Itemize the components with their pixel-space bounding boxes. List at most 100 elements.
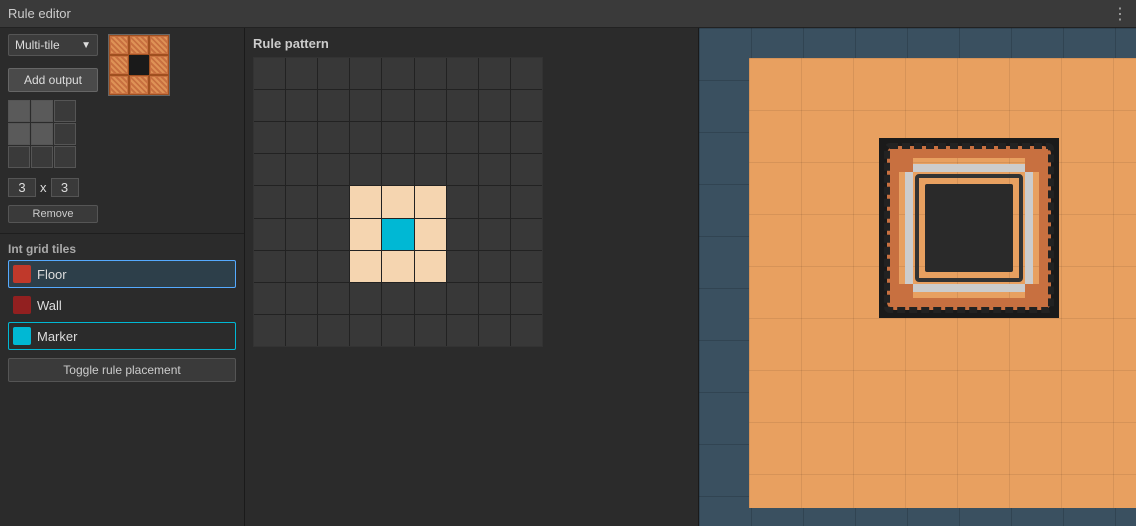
small-tile-3[interactable] <box>8 123 30 145</box>
pattern-cell-8-3[interactable] <box>350 315 381 346</box>
pattern-cell-0-7[interactable] <box>479 58 510 89</box>
pattern-cell-8-4[interactable] <box>382 315 413 346</box>
pattern-cell-1-2[interactable] <box>318 90 349 121</box>
pattern-cell-6-0[interactable] <box>254 251 285 282</box>
pattern-cell-4-4[interactable] <box>382 186 413 217</box>
pattern-cell-7-8[interactable] <box>511 283 542 314</box>
pattern-cell-7-4[interactable] <box>382 283 413 314</box>
pattern-cell-7-1[interactable] <box>286 283 317 314</box>
pattern-cell-3-4[interactable] <box>382 154 413 185</box>
pattern-cell-0-3[interactable] <box>350 58 381 89</box>
pattern-cell-1-4[interactable] <box>382 90 413 121</box>
pattern-cell-1-5[interactable] <box>415 90 446 121</box>
pattern-cell-4-5[interactable] <box>415 186 446 217</box>
pattern-cell-2-8[interactable] <box>511 122 542 153</box>
pattern-cell-2-1[interactable] <box>286 122 317 153</box>
pattern-cell-8-5[interactable] <box>415 315 446 346</box>
pattern-cell-8-1[interactable] <box>286 315 317 346</box>
tile-item-floor[interactable]: Floor <box>8 260 236 288</box>
pattern-cell-2-6[interactable] <box>447 122 478 153</box>
pattern-cell-8-8[interactable] <box>511 315 542 346</box>
add-output-button[interactable]: Add output <box>8 68 98 92</box>
pattern-cell-5-2[interactable] <box>318 219 349 250</box>
small-tile-8[interactable] <box>54 146 76 168</box>
tile-item-wall[interactable]: Wall <box>8 291 236 319</box>
pattern-cell-2-0[interactable] <box>254 122 285 153</box>
pattern-cell-3-6[interactable] <box>447 154 478 185</box>
pattern-cell-1-6[interactable] <box>447 90 478 121</box>
pattern-cell-1-1[interactable] <box>286 90 317 121</box>
pattern-cell-4-1[interactable] <box>286 186 317 217</box>
pattern-cell-4-6[interactable] <box>447 186 478 217</box>
small-tile-1[interactable] <box>31 100 53 122</box>
pattern-cell-2-3[interactable] <box>350 122 381 153</box>
pattern-cell-6-7[interactable] <box>479 251 510 282</box>
pattern-cell-2-7[interactable] <box>479 122 510 153</box>
small-tile-6[interactable] <box>8 146 30 168</box>
pattern-cell-3-0[interactable] <box>254 154 285 185</box>
pattern-cell-1-3[interactable] <box>350 90 381 121</box>
small-tile-2[interactable] <box>54 100 76 122</box>
pattern-cell-2-4[interactable] <box>382 122 413 153</box>
pattern-cell-1-0[interactable] <box>254 90 285 121</box>
pattern-cell-6-2[interactable] <box>318 251 349 282</box>
pattern-cell-4-8[interactable] <box>511 186 542 217</box>
pattern-cell-4-7[interactable] <box>479 186 510 217</box>
tile-item-marker[interactable]: Marker <box>8 322 236 350</box>
pattern-cell-5-6[interactable] <box>447 219 478 250</box>
pattern-cell-6-5[interactable] <box>415 251 446 282</box>
remove-button[interactable]: Remove <box>8 205 98 223</box>
multi-tile-dropdown[interactable]: Multi-tile ▼ <box>8 34 98 56</box>
pattern-cell-5-1[interactable] <box>286 219 317 250</box>
pattern-cell-0-5[interactable] <box>415 58 446 89</box>
pattern-cell-3-2[interactable] <box>318 154 349 185</box>
pattern-cell-6-3[interactable] <box>350 251 381 282</box>
pattern-cell-7-7[interactable] <box>479 283 510 314</box>
pattern-cell-7-6[interactable] <box>447 283 478 314</box>
tile-size-y-input[interactable] <box>51 178 79 197</box>
pattern-cell-2-5[interactable] <box>415 122 446 153</box>
pattern-cell-2-2[interactable] <box>318 122 349 153</box>
pattern-cell-8-0[interactable] <box>254 315 285 346</box>
pattern-cell-0-0[interactable] <box>254 58 285 89</box>
pattern-cell-6-1[interactable] <box>286 251 317 282</box>
tile-size-x-input[interactable] <box>8 178 36 197</box>
small-tile-5[interactable] <box>54 123 76 145</box>
small-tile-4[interactable] <box>31 123 53 145</box>
title-bar-menu-icon[interactable]: ⋮ <box>1112 4 1128 24</box>
pattern-cell-5-0[interactable] <box>254 219 285 250</box>
pattern-cell-5-5[interactable] <box>415 219 446 250</box>
pattern-cell-6-4[interactable] <box>382 251 413 282</box>
small-tile-7[interactable] <box>31 146 53 168</box>
pattern-cell-3-8[interactable] <box>511 154 542 185</box>
pattern-cell-4-0[interactable] <box>254 186 285 217</box>
pattern-cell-1-8[interactable] <box>511 90 542 121</box>
toggle-rule-button[interactable]: Toggle rule placement <box>8 358 236 382</box>
pattern-cell-7-3[interactable] <box>350 283 381 314</box>
pattern-cell-3-3[interactable] <box>350 154 381 185</box>
pattern-cell-8-6[interactable] <box>447 315 478 346</box>
pattern-cell-3-1[interactable] <box>286 154 317 185</box>
pattern-cell-6-6[interactable] <box>447 251 478 282</box>
pattern-cell-5-4[interactable] <box>382 219 413 250</box>
pattern-cell-7-2[interactable] <box>318 283 349 314</box>
pattern-cell-1-7[interactable] <box>479 90 510 121</box>
pattern-cell-4-2[interactable] <box>318 186 349 217</box>
pattern-cell-5-7[interactable] <box>479 219 510 250</box>
pattern-cell-5-8[interactable] <box>511 219 542 250</box>
pattern-cell-8-7[interactable] <box>479 315 510 346</box>
pattern-cell-0-1[interactable] <box>286 58 317 89</box>
pattern-cell-4-3[interactable] <box>350 186 381 217</box>
pattern-cell-5-3[interactable] <box>350 219 381 250</box>
pattern-cell-3-5[interactable] <box>415 154 446 185</box>
pattern-cell-3-7[interactable] <box>479 154 510 185</box>
pattern-cell-0-6[interactable] <box>447 58 478 89</box>
pattern-cell-0-4[interactable] <box>382 58 413 89</box>
pattern-cell-0-8[interactable] <box>511 58 542 89</box>
pattern-cell-7-0[interactable] <box>254 283 285 314</box>
pattern-cell-8-2[interactable] <box>318 315 349 346</box>
pattern-cell-7-5[interactable] <box>415 283 446 314</box>
pattern-cell-6-8[interactable] <box>511 251 542 282</box>
pattern-cell-0-2[interactable] <box>318 58 349 89</box>
small-tile-0[interactable] <box>8 100 30 122</box>
